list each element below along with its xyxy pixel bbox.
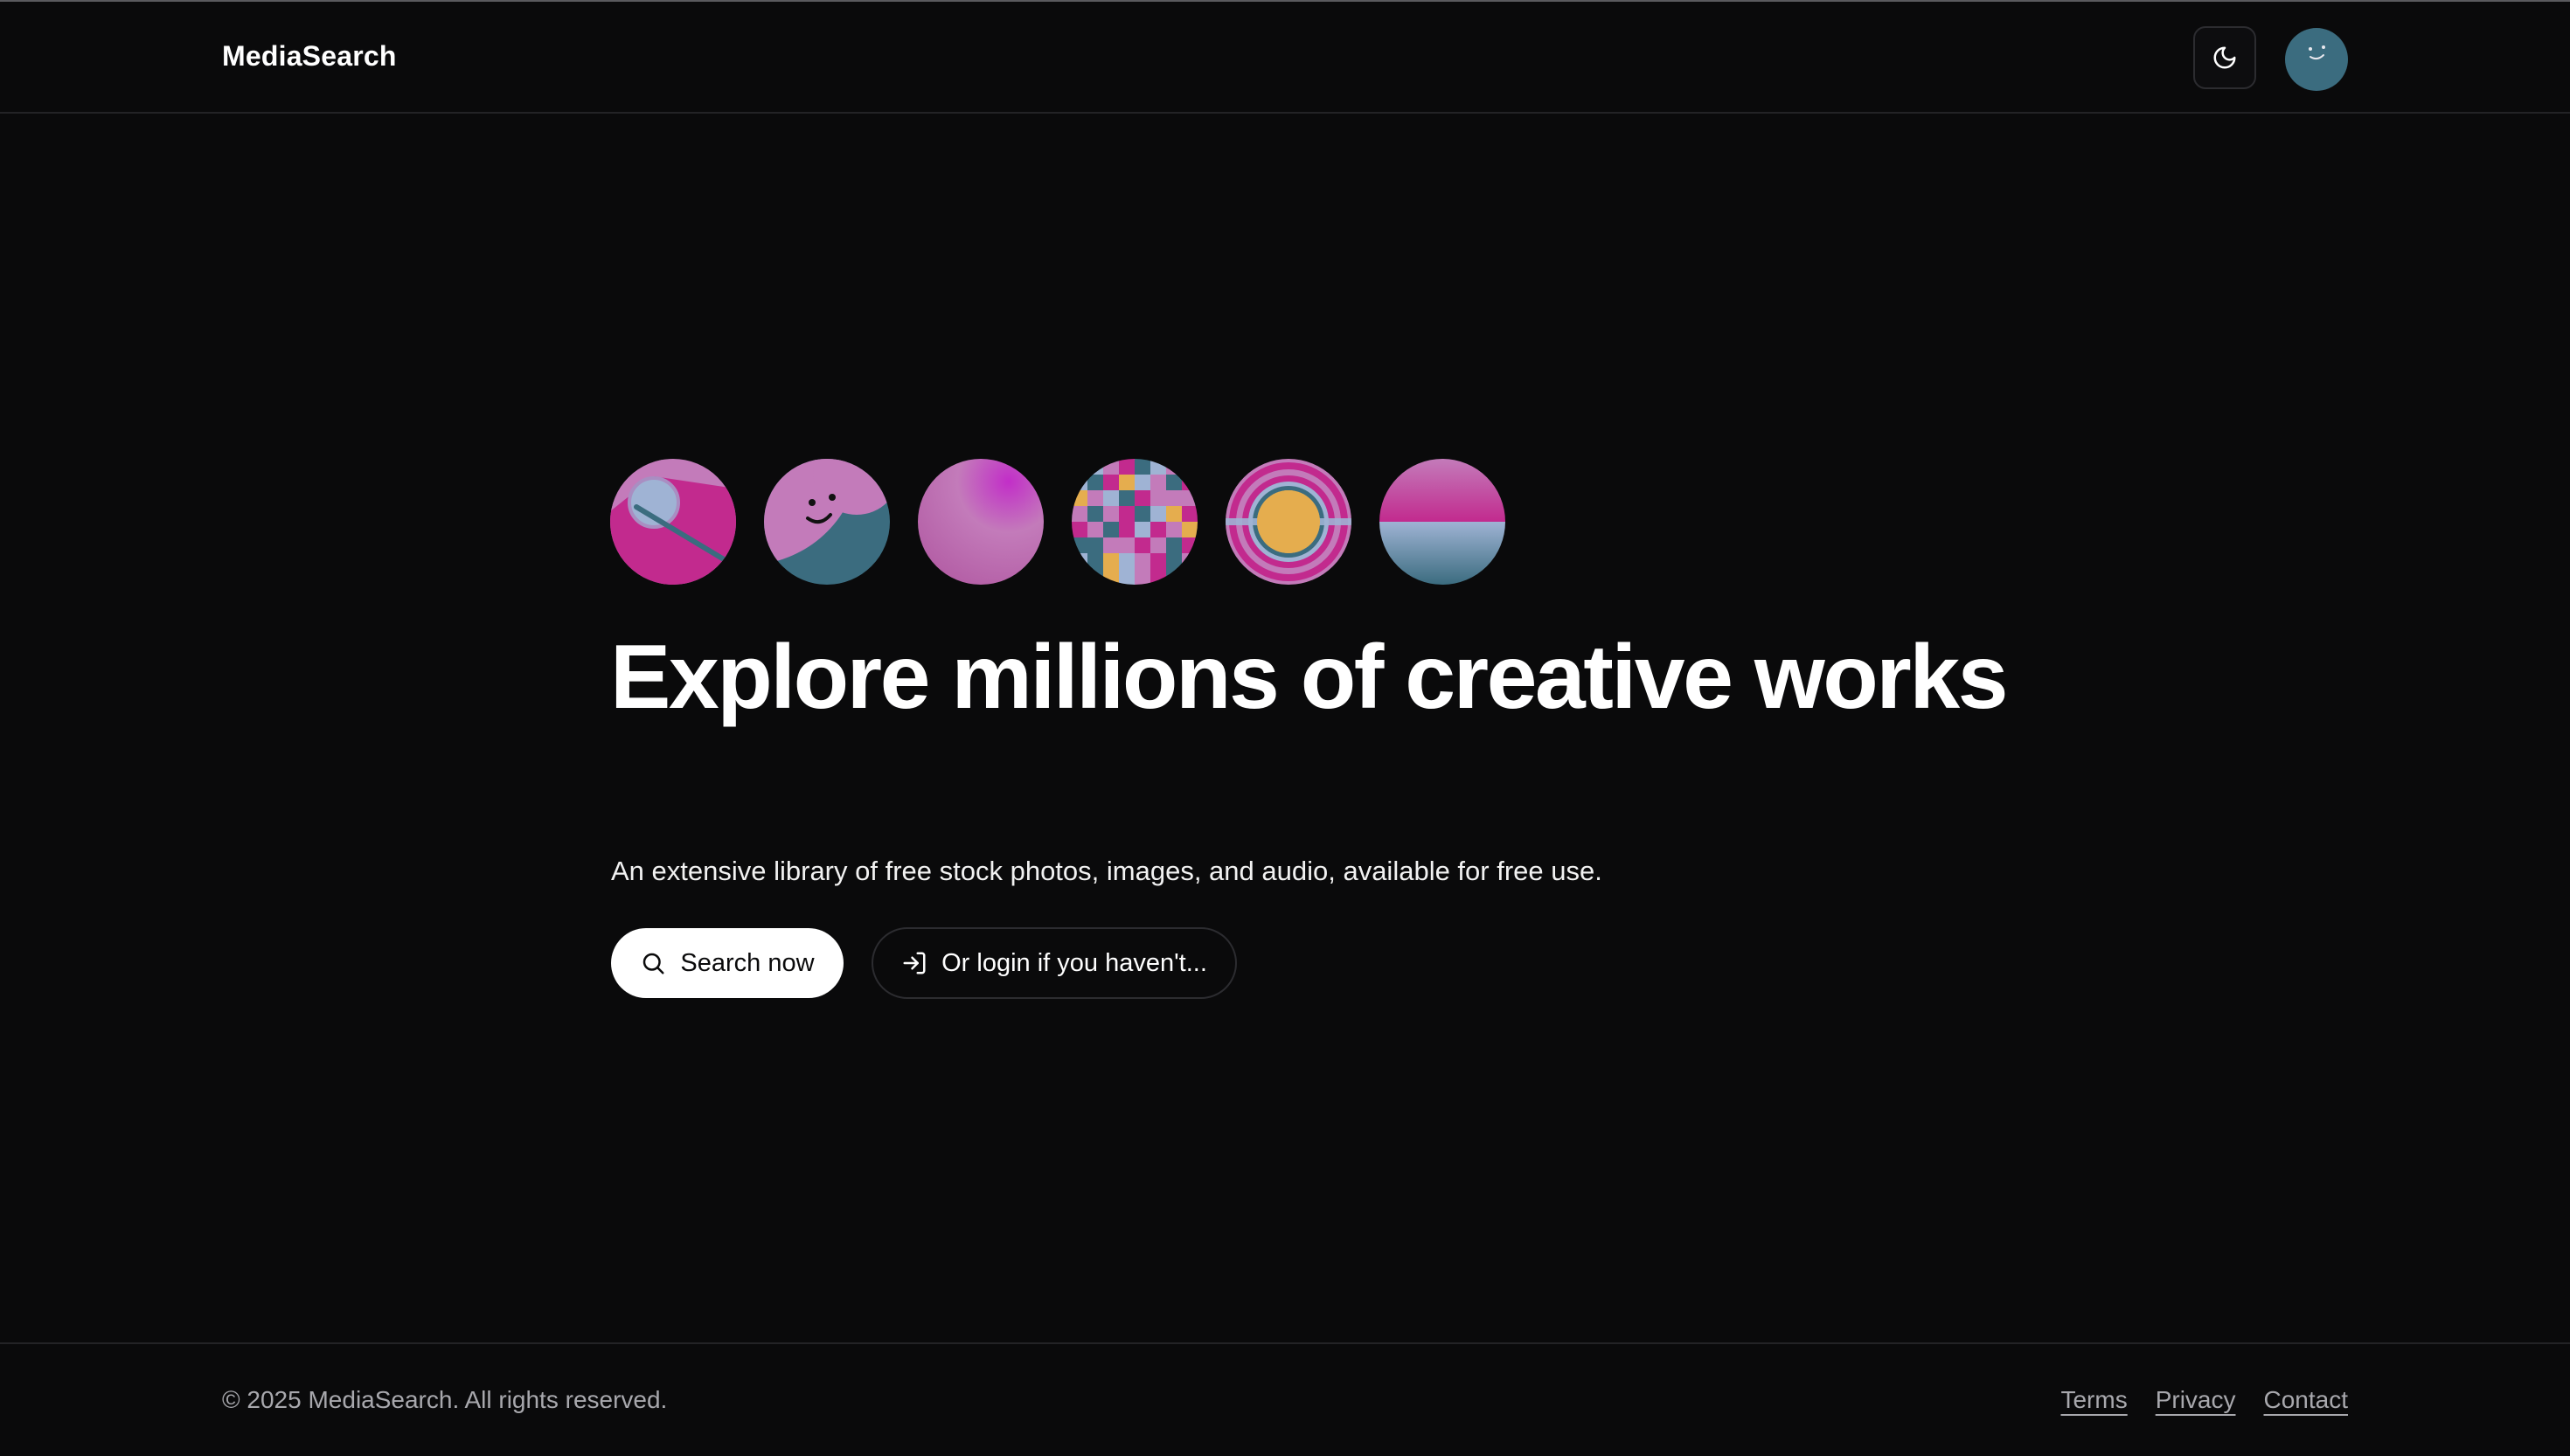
user-avatar[interactable] (2285, 28, 2348, 91)
brand-logo[interactable]: MediaSearch (222, 40, 397, 73)
smiley-art-thumbnail (764, 459, 890, 585)
login-button[interactable]: Or login if you haven't... (872, 927, 1237, 999)
login-icon (903, 952, 926, 974)
theme-toggle-button[interactable] (2193, 26, 2256, 89)
site-header: MediaSearch (0, 2, 2570, 114)
footer-link-contact[interactable]: Contact (2264, 1386, 2349, 1414)
footer-link-terms[interactable]: Terms (2060, 1386, 2127, 1414)
pixel-mosaic-art-thumbnail (1072, 459, 1198, 585)
copyright-text: © 2025 MediaSearch. All rights reserved. (222, 1386, 668, 1413)
concentric-rings-art-thumbnail (1226, 459, 1351, 585)
login-label: Or login if you haven't... (941, 948, 1207, 977)
moon-icon (2213, 46, 2236, 69)
gradient-orb-art-thumbnail (918, 459, 1044, 585)
hero-subtitle: An extensive library of free stock photo… (611, 856, 1602, 886)
magnifier-art-thumbnail (610, 459, 736, 585)
horizon-art-thumbnail (1379, 459, 1505, 585)
site-footer: © 2025 MediaSearch. All rights reserved.… (0, 1342, 2570, 1456)
hero-title: Explore millions of creative works (610, 627, 2008, 728)
footer-link-privacy[interactable]: Privacy (2156, 1386, 2236, 1414)
smiley-avatar-icon (2285, 28, 2348, 91)
hero-section (610, 459, 2009, 585)
search-now-label: Search now (680, 948, 815, 977)
search-now-button[interactable]: Search now (611, 928, 844, 998)
thumbnail-row (610, 459, 2009, 585)
footer-links: Terms Privacy Contact (2060, 1386, 2348, 1414)
search-icon (643, 953, 664, 974)
